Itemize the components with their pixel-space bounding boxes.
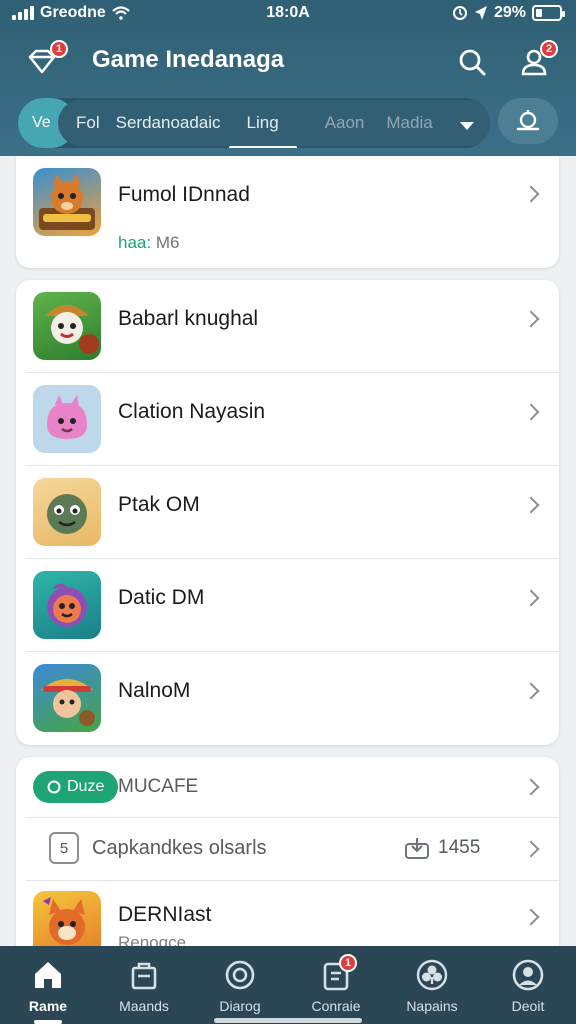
scan-icon (516, 110, 540, 131)
home-icon (31, 958, 65, 992)
chevron-right-icon (522, 908, 540, 926)
chevron-right-icon (522, 840, 540, 858)
battery-icon (532, 5, 565, 21)
game-name: Babarl knughal (118, 307, 259, 330)
list-item[interactable]: NalnoM (16, 652, 559, 744)
chevron-right-icon (522, 310, 540, 328)
nav-deoit[interactable]: Deoit (480, 946, 576, 1024)
tab-bar: Ve Fol Serdanoadaic Ling Aaon Madia (18, 98, 490, 148)
profile-button[interactable]: 2 (512, 40, 558, 84)
chevron-right-icon (522, 185, 540, 203)
menu-button[interactable]: 1 (20, 40, 68, 84)
target-icon (223, 958, 257, 992)
status-pill: Duze (33, 771, 119, 803)
page-title: Game Inedanaga (92, 46, 285, 73)
game-name: Ptak OM (118, 493, 200, 516)
profile-circle-icon (511, 958, 545, 992)
nav-badge: 1 (339, 954, 357, 972)
chevron-right-icon (522, 403, 540, 421)
nav-diarog[interactable]: Diarog (192, 946, 288, 1024)
bottom-nav: Rame Maands Diarog 1 Conraie Napains Deo… (0, 946, 576, 1024)
section-card: Duze MUCAFE 5 Capkandkes olsarls 1455 DE… (16, 757, 559, 959)
download-icon (405, 838, 429, 859)
list-item[interactable]: Babarl knughal (16, 280, 559, 372)
game-name: Clation Nayasin (118, 400, 266, 423)
list-item[interactable]: Ptak OM (16, 466, 559, 558)
tab-madia[interactable]: Madia (386, 113, 432, 133)
tab-ling[interactable]: Ling (228, 113, 297, 148)
tabs-dropdown-icon[interactable] (460, 122, 474, 130)
task-icon: 5 (49, 832, 79, 864)
featured-game-name: Fumol IDnnad (118, 183, 250, 206)
tab-aaon[interactable]: Aaon (325, 113, 365, 133)
chevron-right-icon (522, 589, 540, 607)
home-indicator (214, 1018, 362, 1023)
club-icon (415, 958, 449, 992)
section-header[interactable]: Duze MUCAFE (16, 757, 559, 817)
game-name: DERNIast (118, 903, 212, 926)
task-label: Capkandkes olsarls (92, 837, 267, 859)
list-item[interactable]: Clation Nayasin (16, 373, 559, 465)
status-bar: Greodne 18:0A 29% (0, 0, 576, 28)
chevron-right-icon (522, 778, 540, 796)
bag-icon (127, 958, 161, 992)
farmer-game-icon (33, 292, 101, 360)
search-icon (459, 49, 486, 76)
purple-creature-game-icon (33, 571, 101, 639)
section-title: MUCAFE (118, 776, 199, 797)
nav-home[interactable]: Rame (0, 946, 96, 1024)
nav-conraie[interactable]: 1 Conraie (288, 946, 384, 1024)
location-icon (474, 6, 487, 20)
battery-text: 29% (493, 4, 526, 21)
alarm-icon (452, 6, 467, 20)
list-item[interactable]: Datic DM (16, 559, 559, 651)
profile-badge: 2 (540, 40, 558, 58)
pink-monster-game-icon (33, 385, 101, 453)
search-button[interactable] (450, 40, 494, 84)
chevron-right-icon (522, 682, 540, 700)
task-count: 1455 (404, 836, 480, 860)
header: Greodne 18:0A 29% 1 Game Inedanaga 2 Ve … (0, 0, 576, 156)
featured-game-sub: haa: M6 (118, 233, 180, 252)
featured-card[interactable]: Fumol IDnnad haa: M6 (16, 156, 559, 268)
tab-serdanoadaic[interactable]: Serdanoadaic (116, 113, 221, 133)
game-name: Datic DM (118, 586, 205, 609)
games-list-card: Babarl knughal Clation Nayasin Ptak OM D… (16, 280, 559, 745)
explorer-game-icon (33, 664, 101, 732)
menu-badge: 1 (50, 40, 68, 58)
green-creature-game-icon (33, 478, 101, 546)
game-name: NalnoM (118, 679, 191, 702)
nav-napains[interactable]: Napains (384, 946, 480, 1024)
tab-fol[interactable]: Fol (76, 113, 100, 133)
clipboard-icon: 1 (319, 954, 357, 992)
nav-maands[interactable]: Maands (96, 946, 192, 1024)
task-row[interactable]: 5 Capkandkes olsarls 1455 (16, 818, 559, 880)
scan-button[interactable] (498, 98, 558, 144)
fox-game-icon (33, 168, 101, 236)
pill-icon (47, 780, 61, 794)
chevron-right-icon (522, 496, 540, 514)
